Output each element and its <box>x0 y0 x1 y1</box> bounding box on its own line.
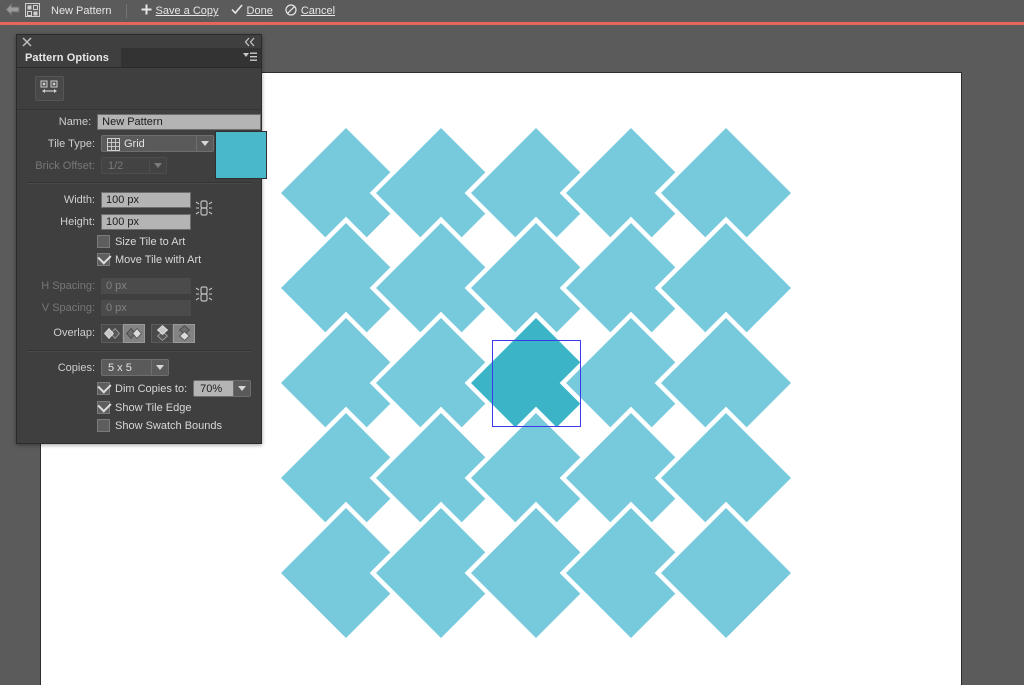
name-row: Name: <box>17 111 261 132</box>
overlap-right-in-front-button[interactable] <box>123 323 145 343</box>
copies-row: Copies: 5 x 5 <box>17 357 261 378</box>
height-label: Height: <box>60 215 95 228</box>
move-tile-with-art-checkbox[interactable] <box>97 253 110 266</box>
dim-copies-row[interactable]: Dim Copies to: 70% <box>17 379 261 398</box>
appbar-divider <box>125 4 127 18</box>
width-input[interactable] <box>101 191 191 208</box>
application-bar: New Pattern Save a Copy Done Cancel <box>0 0 1024 23</box>
size-tile-to-art-label: Size Tile to Art <box>115 235 186 248</box>
v-spacing-input <box>101 299 191 316</box>
v-spacing-label: V Spacing: <box>41 301 95 314</box>
h-spacing-input <box>101 277 191 294</box>
brick-offset-value: 1/2 <box>108 159 124 172</box>
panel-menu-icon[interactable] <box>243 52 257 63</box>
move-tile-with-art-label: Move Tile with Art <box>115 253 202 266</box>
chevron-down-icon[interactable] <box>151 360 168 375</box>
back-arrow-icon[interactable] <box>5 2 21 19</box>
panel-divider-1 <box>27 182 251 184</box>
copies-label: Copies: <box>57 361 95 374</box>
chevron-down-icon <box>149 158 166 173</box>
overlap-top-in-front-button[interactable] <box>151 323 173 343</box>
tile-type-row: Tile Type: Grid <box>17 131 267 179</box>
show-swatch-bounds-label: Show Swatch Bounds <box>115 419 223 432</box>
plus-icon <box>141 4 152 18</box>
panel-tab-row: Pattern Options <box>17 48 261 68</box>
dim-copies-value: 70% <box>200 382 223 395</box>
ban-icon <box>285 3 297 19</box>
overlap-bottom-in-front-button[interactable] <box>173 323 195 343</box>
chevron-down-icon[interactable] <box>196 136 213 151</box>
v-spacing-row: V Spacing: <box>17 297 261 318</box>
width-row: Width: <box>17 189 261 216</box>
double-chevron-left-icon[interactable] <box>244 37 256 47</box>
done-label: Done <box>246 5 273 17</box>
overlap-left-in-front-button[interactable] <box>101 323 123 343</box>
panel-title-bar <box>17 35 261 48</box>
chevron-down-icon[interactable] <box>233 381 251 396</box>
overlap-row: Overlap: <box>17 322 261 344</box>
edit-pattern-tile-button[interactable] <box>35 76 64 101</box>
pattern-doc-title: New Pattern <box>51 5 112 17</box>
name-input[interactable] <box>97 113 261 130</box>
close-icon[interactable] <box>22 37 32 47</box>
tile-tool-row <box>17 68 261 110</box>
cancel-button[interactable]: Cancel <box>279 0 341 22</box>
h-spacing-row: H Spacing: <box>17 275 261 302</box>
show-swatch-bounds-checkbox[interactable] <box>97 419 110 432</box>
h-spacing-label: H Spacing: <box>41 279 95 292</box>
tile-type-label: Tile Type: <box>47 137 95 150</box>
copies-select[interactable]: 5 x 5 <box>101 359 169 376</box>
show-tile-edge-label: Show Tile Edge <box>115 401 192 414</box>
dim-copies-label: Dim Copies to: <box>115 382 188 395</box>
show-tile-edge-row[interactable]: Show Tile Edge <box>17 399 261 416</box>
move-tile-with-art-row[interactable]: Move Tile with Art <box>17 251 261 268</box>
panel-body: Name: Tile Type: Grid <box>17 68 267 443</box>
grid-icon <box>107 138 120 154</box>
save-a-copy-label: Save a Copy <box>155 5 219 17</box>
pattern-doc-group: New Pattern <box>0 0 118 22</box>
width-label: Width: <box>63 193 95 206</box>
size-tile-to-art-row[interactable]: Size Tile to Art <box>17 233 261 250</box>
show-tile-edge-checkbox[interactable] <box>97 401 110 414</box>
panel-divider-2 <box>27 350 251 352</box>
brick-offset-row: Brick Offset: 1/2 <box>17 155 261 176</box>
edit-pattern-tile-icon <box>40 80 59 98</box>
height-input[interactable] <box>101 213 191 230</box>
name-label: Name: <box>58 115 92 128</box>
overlap-button-group <box>101 323 195 343</box>
size-tile-to-art-checkbox[interactable] <box>97 235 110 248</box>
brick-offset-select: 1/2 <box>101 157 167 174</box>
tab-pattern-options[interactable]: Pattern Options <box>17 48 122 67</box>
pattern-tile-copy-fill <box>661 508 791 638</box>
dim-copies-select[interactable]: 70% <box>193 380 252 397</box>
pattern-options-panel: Pattern Options Name: New Pattern Tile T… <box>16 34 267 444</box>
dim-copies-checkbox[interactable] <box>97 382 110 395</box>
show-swatch-bounds-row[interactable]: Show Swatch Bounds <box>17 417 261 434</box>
cancel-label: Cancel <box>300 5 336 17</box>
copies-value: 5 x 5 <box>108 361 132 374</box>
overlap-label: Overlap: <box>53 327 95 339</box>
check-icon <box>230 4 243 18</box>
tile-type-select[interactable]: Grid <box>101 135 214 152</box>
panel-tab-label: Pattern Options <box>25 51 110 64</box>
height-row: Height: <box>17 211 261 232</box>
done-button[interactable]: Done <box>225 0 279 22</box>
save-a-copy-button[interactable]: Save a Copy <box>135 0 225 22</box>
brick-offset-label: Brick Offset: <box>35 159 95 172</box>
pattern-doc-icon <box>25 2 40 20</box>
